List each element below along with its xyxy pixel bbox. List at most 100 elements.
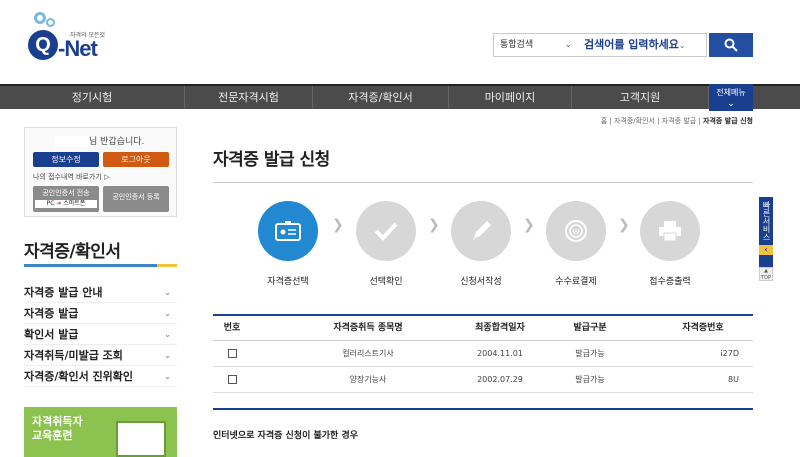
whiteboard-icon	[116, 421, 166, 457]
login-box: 님 반갑습니다. 정보수정 로그아웃 나의 접수내역 바로가기 ▷ 공인인증서 …	[24, 127, 177, 217]
col-cert-number: 자격증번호	[682, 323, 724, 333]
chevron-down-icon: ⌄	[164, 330, 171, 339]
sidebar-item-issue[interactable]: 자격증 발급 ⌄	[24, 303, 177, 324]
svg-text:W: W	[573, 228, 580, 236]
pass-date: 2002.07.29	[477, 375, 523, 384]
progress-steps: 자격증선택 ❯ 선택확인 ❯ 신청서작성 ❯ W 수수료결제 ❯ 접수증출력	[258, 201, 718, 291]
nav-item-regular-exam[interactable]: 정기시험	[0, 86, 185, 109]
sidebar-item-issue-guide[interactable]: 자격증 발급 안내 ⌄	[24, 282, 177, 303]
table-row: 컬러리스트기사 2004.11.01 발급가능 i27D	[213, 341, 753, 367]
notice-title: 인터넷으로 자격증 신청이 불가한 경우	[213, 431, 359, 441]
step-5-label: 접수증출력	[649, 277, 691, 287]
nav-item-professional-exam[interactable]: 전문자격시험	[185, 86, 313, 109]
search-icon	[724, 38, 738, 52]
chevron-down-icon: ⌄	[164, 351, 171, 360]
search-box: 통합검색 ⌄ 검색어를 입력하세요⌄	[493, 33, 707, 57]
chevron-up-icon: ▲	[764, 268, 768, 274]
step-3: 신청서작성	[451, 201, 511, 287]
nav-item-certificates[interactable]: 자격증/확인서	[313, 86, 449, 109]
pass-date: 2004.11.01	[477, 349, 523, 358]
col-status: 발급구분	[573, 323, 607, 333]
breadcrumb-current: 자격증 발급 신청	[703, 117, 753, 125]
breadcrumb: 홈 | 자격증/확인서 | 자격증 발급 | 자격증 발급 신청	[600, 117, 753, 125]
col-name: 자격증취득 종목명	[333, 323, 403, 333]
all-menu-button[interactable]: 전체메뉴 ⌄	[709, 84, 753, 111]
id-card-icon	[258, 201, 318, 261]
logo-bubble-small-icon	[46, 18, 55, 27]
step-1-label: 자격증선택	[267, 277, 309, 287]
sidebar-title-bar	[24, 264, 177, 267]
chevron-right-icon: ❯	[332, 217, 344, 233]
chevron-down-icon: ⌄	[164, 288, 171, 297]
step-2: 선택확인	[356, 201, 416, 287]
nav-item-support[interactable]: 고객지원	[572, 86, 709, 109]
quick-service-button[interactable]: 빠른서비스 ‹	[759, 197, 773, 267]
logout-button[interactable]: 로그아웃	[103, 152, 169, 167]
table-header: 번호 자격증취득 종목명 최종합격일자 발급구분 자격증번호	[213, 316, 753, 341]
pencil-icon	[451, 201, 511, 261]
issue-status: 발급가능	[575, 375, 605, 384]
greeting: 님 반갑습니다.	[55, 134, 144, 147]
top-button[interactable]: ▲ TOP	[759, 267, 773, 281]
row-checkbox[interactable]	[227, 375, 237, 384]
title-divider	[213, 182, 753, 183]
masked-username	[55, 136, 89, 147]
breadcrumb-level2[interactable]: 자격증 발급	[662, 117, 696, 125]
search-input[interactable]: 검색어를 입력하세요⌄	[582, 34, 706, 56]
cert-register-button[interactable]: 공인인증서 등록	[103, 186, 169, 212]
step-2-label: 선택확인	[369, 277, 403, 287]
qnet-logo[interactable]: Q 자격의 모든것 -Net	[28, 12, 108, 70]
chevron-down-icon: ⌄	[164, 309, 171, 318]
breadcrumb-home[interactable]: 홈	[601, 117, 607, 125]
sidebar-item-confirmation[interactable]: 확인서 발급 ⌄	[24, 324, 177, 345]
logo-bubble-icon	[34, 12, 46, 24]
certificate-table: 번호 자격증취득 종목명 최종합격일자 발급구분 자격증번호 컬러리스트기사 2…	[213, 314, 753, 393]
step-1: 자격증선택	[258, 201, 318, 287]
step-3-label: 신청서작성	[460, 277, 502, 287]
nav-item-mypage[interactable]: 마이페이지	[449, 86, 572, 109]
chevron-right-icon: ❯	[428, 217, 440, 233]
cert-name: 컬러리스트기사	[342, 349, 394, 358]
pc-to-smartphone-label: PC ➔ 스마트폰	[35, 200, 97, 208]
circle-arrow-icon: ▷	[104, 173, 110, 181]
cert-send-button[interactable]: 공인인증서 전송 PC ➔ 스마트폰	[33, 186, 99, 212]
step-4: W 수수료결제	[546, 201, 606, 287]
application-shortcut-link[interactable]: 나의 접수내역 바로가기 ▷	[33, 172, 109, 182]
step-4-label: 수수료결제	[555, 277, 597, 287]
breadcrumb-level1[interactable]: 자격증/확인서	[614, 117, 655, 125]
all-menu-label: 전체메뉴	[716, 88, 746, 97]
chevron-right-icon: ❯	[618, 217, 630, 233]
sidebar-menu: 자격증 발급 안내 ⌄ 자격증 발급 ⌄ 확인서 발급 ⌄ 자격취득/미발급 조회 ⌄ …	[24, 282, 177, 387]
issue-status: 발급가능	[575, 349, 605, 358]
printer-icon	[640, 201, 700, 261]
sidebar-title: 자격증/확인서	[24, 242, 121, 262]
section-divider	[213, 408, 753, 410]
sidebar-item-authenticity[interactable]: 자격증/확인서 진위확인 ⌄	[24, 366, 177, 387]
search-scope-label: 통합검색	[500, 40, 534, 50]
quick-service-label: 빠른서비스	[762, 201, 771, 241]
sidebar-item-acquisition-lookup[interactable]: 자격취득/미발급 조회 ⌄	[24, 345, 177, 366]
cert-number: 8U	[728, 375, 739, 384]
step-5: 접수증출력	[640, 201, 700, 287]
chevron-down-icon: ⌄	[678, 41, 686, 50]
check-icon	[356, 201, 416, 261]
table-row: 양장기능사 2002.07.29 발급가능 8U	[213, 367, 753, 393]
cert-name: 양장기능사	[349, 375, 387, 384]
main-navigation: 정기시험 전문자격시험 자격증/확인서 마이페이지 고객지원 전체메뉴 ⌄	[0, 84, 800, 111]
logo-wordmark: -Net	[58, 36, 98, 61]
edit-info-button[interactable]: 정보수정	[33, 152, 99, 167]
chevron-down-icon: ⌄	[564, 40, 572, 50]
chevron-down-icon: ⌄	[164, 372, 171, 381]
logo-q-mark: Q	[28, 30, 58, 60]
search-scope-select[interactable]: 통합검색 ⌄	[494, 34, 580, 56]
cert-number: i27D	[720, 349, 739, 358]
col-number: 번호	[223, 323, 241, 333]
coin-icon: W	[546, 201, 606, 261]
education-banner[interactable]: 자격취득자 교육훈련	[24, 407, 177, 457]
chevron-right-icon: ❯	[523, 217, 535, 233]
row-checkbox[interactable]	[227, 349, 237, 358]
page-title: 자격증 발급 신청	[213, 150, 330, 170]
chevron-down-icon: ⌄	[727, 99, 735, 109]
col-date: 최종합격일자	[475, 323, 525, 333]
search-button[interactable]	[709, 33, 753, 57]
